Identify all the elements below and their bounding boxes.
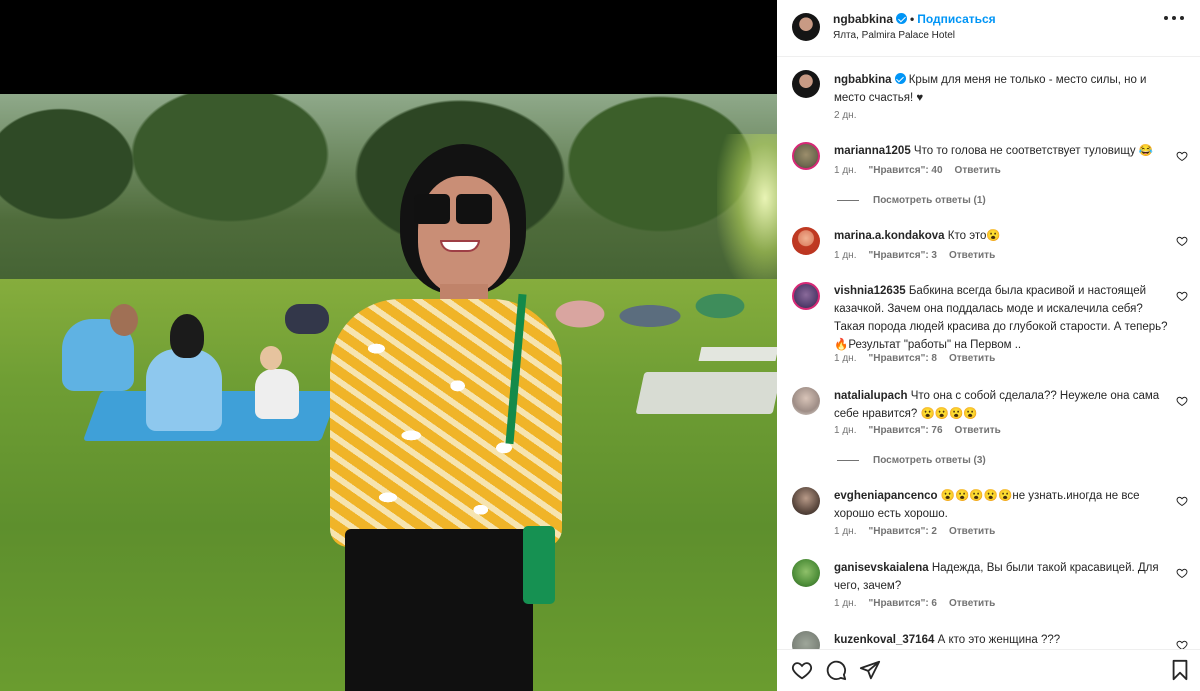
comment-username[interactable]: kuzenkoval_37164 [834,634,934,646]
photo-person [146,349,222,431]
avatar[interactable] [792,387,820,415]
comment-username[interactable]: evgheniapancenco [834,490,938,502]
avatar[interactable] [792,487,820,515]
avatar[interactable] [792,227,820,255]
photo-person-head [110,304,138,336]
post-location[interactable]: Ялта, Palmira Palace Hotel [833,30,955,41]
comment-text: evgheniapancenco 😮😮😮😮😮не узнать.иногда н… [834,487,1170,523]
post-header: ngbabkina • Подписаться Ялта, Palmira Pala… [777,0,1200,57]
heart-icon[interactable] [1176,639,1188,649]
verified-icon [896,13,908,24]
woman-smile [440,240,480,252]
avatar[interactable] [792,70,820,98]
comment-likes[interactable]: "Нравится": 3 [868,250,937,261]
photo-sunlight [717,134,777,294]
reply-button[interactable]: Ответить [949,353,995,364]
comment-text: vishnia12635 Бабкина всегда была красиво… [834,282,1170,354]
comment-text: marina.a.kondakova Кто это😮 [834,227,1170,245]
woman-pants [345,529,533,691]
heart-icon[interactable] [1176,567,1188,579]
woman-shirt [330,299,562,547]
post-author-line: ngbabkina • Подписаться [833,12,996,26]
heart-icon[interactable] [1176,395,1188,407]
comment-username[interactable]: ganisevskaialena [834,562,929,574]
avatar[interactable] [792,631,820,649]
woman-sunglasses [414,194,494,224]
comment-username[interactable]: natalialupach [834,390,908,402]
more-icon[interactable] [1164,16,1186,22]
photo-people-group [540,284,770,334]
comment-text: marianna1205 Что то голова не соответств… [834,142,1170,160]
comment-body: А кто это женщина ??? [937,634,1061,646]
photo-child-head [260,346,282,370]
reply-button[interactable]: Ответить [949,598,995,609]
comment-body: Кто это😮 [947,230,1001,242]
comment-time[interactable]: 1 дн. [834,526,856,537]
comment-time[interactable]: 1 дн. [834,353,856,364]
comment-likes[interactable]: "Нравится": 76 [868,425,942,436]
comment-username[interactable]: marianna1205 [834,145,911,157]
photo-person-head [170,314,204,358]
comment-text: natalialupach Что она с собой сделала?? … [834,387,1170,423]
view-replies-button[interactable]: Посмотреть ответы (1) [837,195,986,206]
post-media[interactable] [0,0,777,691]
caption-time[interactable]: 2 дн. [834,110,856,121]
avatar[interactable] [792,282,820,310]
comment-likes[interactable]: "Нравится": 40 [868,165,942,176]
comment-username[interactable]: vishnia12635 [834,285,906,297]
comment-time[interactable]: 1 дн. [834,598,856,609]
reply-button[interactable]: Ответить [949,526,995,537]
verified-icon [894,73,906,84]
avatar[interactable] [792,559,820,587]
photo-blanket [635,372,777,414]
avatar[interactable] [792,142,820,170]
comment-likes[interactable]: "Нравится": 8 [868,353,937,364]
comment-likes[interactable]: "Нравится": 2 [868,526,937,537]
heart-icon[interactable] [791,659,813,681]
avatar[interactable] [792,13,820,41]
caption-username[interactable]: ngbabkina [834,74,892,86]
comment-meta: 1 дн. "Нравится": 2 Ответить [834,526,1007,537]
comment-meta: 1 дн. "Нравится": 40 Ответить [834,165,1013,176]
comment-meta: 1 дн. "Нравится": 8 Ответить [834,353,1007,364]
reply-button[interactable]: Ответить [955,425,1001,436]
separator-dot: • [910,12,915,26]
reply-button[interactable]: Ответить [949,250,995,261]
view-replies-button[interactable]: Посмотреть ответы (3) [837,455,986,466]
comments-list[interactable]: ngbabkina Крым для меня не только - мест… [777,57,1200,649]
comment-likes[interactable]: "Нравится": 6 [868,598,937,609]
comment-username[interactable]: marina.a.kondakova [834,230,945,242]
post-photo [0,94,777,691]
comment-meta: 1 дн. "Нравится": 3 Ответить [834,250,1007,261]
comment-meta: 1 дн. "Нравится": 6 Ответить [834,598,1007,609]
comment-time[interactable]: 1 дн. [834,425,856,436]
bookmark-icon[interactable] [1169,659,1191,681]
caption-meta: 2 дн. [834,110,868,121]
comment-meta: 1 дн. "Нравится": 76 Ответить [834,425,1013,436]
post-actions [777,649,1200,691]
share-icon[interactable] [859,659,881,681]
caption-text: ngbabkina Крым для меня не только - мест… [834,71,1170,107]
photo-blanket [698,347,777,361]
heart-icon[interactable] [1176,495,1188,507]
comment-body: Что то голова не соответствует туловищу … [913,145,1154,157]
post-sidebar: ngbabkina • Подписаться Ялта, Palmira Pala… [777,0,1200,691]
comment-icon[interactable] [825,659,847,681]
comment-text: kuzenkoval_37164 А кто это женщина ??? [834,631,1170,649]
comment-time[interactable]: 1 дн. [834,250,856,261]
photo-child [255,369,299,419]
author-username[interactable]: ngbabkina [833,12,893,26]
photo-person [285,304,329,334]
green-bag [523,526,555,604]
reply-button[interactable]: Ответить [955,165,1001,176]
comment-time[interactable]: 1 дн. [834,165,856,176]
comment-text: ganisevskaialena Надежда, Вы были такой … [834,559,1170,595]
follow-button[interactable]: Подписаться [917,12,995,26]
heart-icon[interactable] [1176,235,1188,247]
heart-icon[interactable] [1176,150,1188,162]
heart-icon[interactable] [1176,290,1188,302]
